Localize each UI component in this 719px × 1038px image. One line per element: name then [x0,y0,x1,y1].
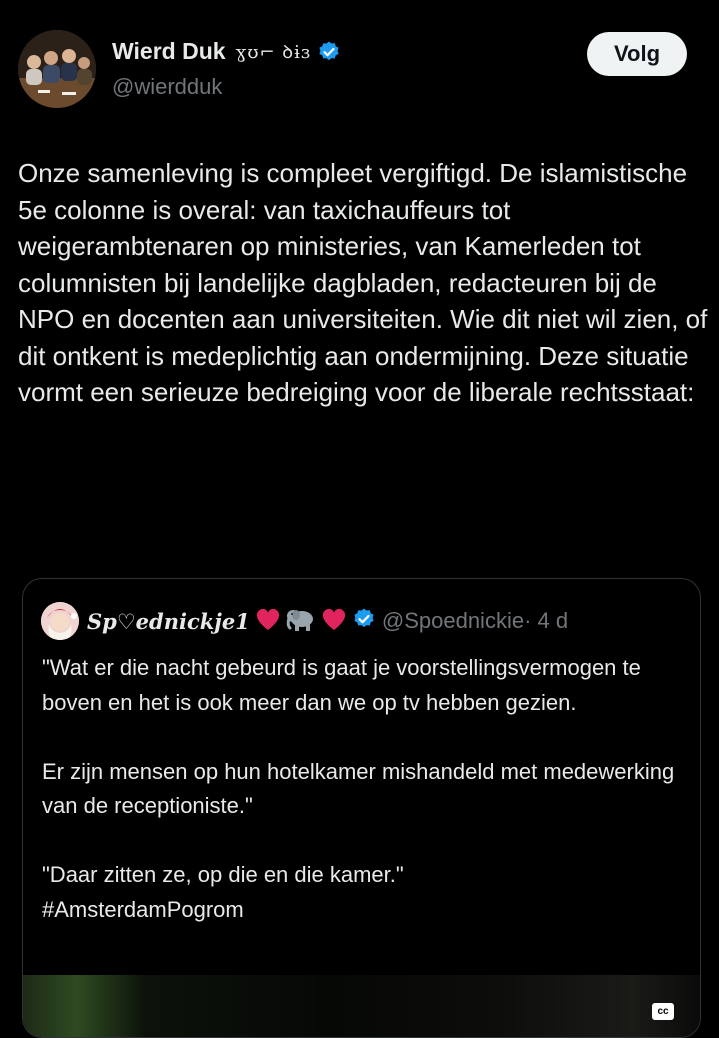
closed-captions-icon[interactable]: cc [652,1003,674,1020]
quoted-tweet-paragraph: Er zijn mensen op hun hotelkamer mishand… [42,758,675,819]
author-handle[interactable]: @wierdduk [112,74,222,100]
quoted-tweet-card[interactable]: Sp♡ednickje1 @Spoednickie · 4 d "Wat er … [22,578,701,1038]
author-name-row: Wierd Duk ɣʊ⌐ ꝺɨɜ [112,38,341,65]
verified-badge-icon [317,40,341,64]
quoted-author-display-name[interactable]: Sp♡ednickje1 [87,609,250,634]
elephant-icon [286,606,316,637]
tweet: Wierd Duk ɣʊ⌐ ꝺɨɜ @wierdduk Volg Onze sa… [0,0,719,1038]
author-avatar[interactable] [18,30,96,108]
red-heart-icon [254,606,282,637]
quoted-tweet-time[interactable]: · 4 d [524,608,568,634]
author-display-name[interactable]: Wierd Duk [112,38,226,65]
quoted-tweet-header: Sp♡ednickje1 @Spoednickie · 4 d [41,601,568,641]
quoted-author-avatar[interactable] [41,602,79,640]
quoted-tweet-video[interactable] [23,975,700,1037]
red-heart-icon [320,606,348,637]
follow-button[interactable]: Volg [587,32,687,76]
author-name-suffix: ɣʊ⌐ ꝺɨɜ [235,41,311,63]
tweet-text: Onze samenleving is compleet vergiftigd.… [18,158,715,407]
quoted-tweet-text: "Wat er die nacht gebeurd is gaat je voo… [42,651,692,927]
quoted-author-handle[interactable]: @Spoednickie [382,608,524,634]
quoted-tweet-paragraph: "Wat er die nacht gebeurd is gaat je voo… [42,655,641,715]
verified-badge-icon [352,607,376,636]
quoted-tweet-paragraph: "Daar zitten ze, op die en die kamer." #… [42,862,404,922]
